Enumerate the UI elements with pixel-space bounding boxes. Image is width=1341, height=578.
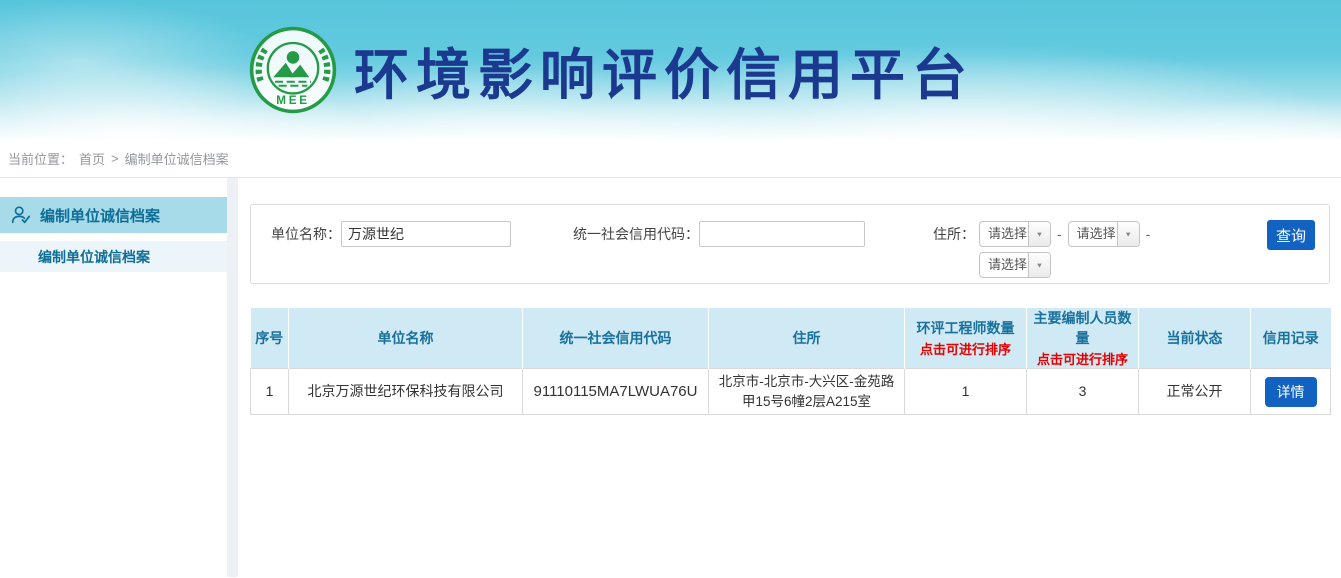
sort-hint[interactable]: 点击可进行排序	[905, 339, 1026, 358]
sidebar-subitem-label: 编制单位诚信档案	[38, 247, 150, 267]
search-panel: 单位名称： 统一社会信用代码： 住所： 请选择 ▼ -	[250, 204, 1330, 284]
company-name-label: 单位名称：	[271, 224, 341, 244]
detail-button[interactable]: 详情	[1265, 377, 1317, 407]
col-header-address: 住所	[709, 308, 905, 369]
table-row: 1 北京万源世纪环保科技有限公司 91110115MA7LWUA76U 北京市-…	[251, 369, 1331, 415]
col-header-company: 单位名称	[289, 308, 523, 369]
breadcrumb-separator: >	[111, 151, 119, 166]
cell-credit-code: 91110115MA7LWUA76U	[523, 369, 709, 415]
col-header-engineer-count[interactable]: 环评工程师数量 点击可进行排序	[905, 308, 1027, 369]
company-link[interactable]: 北京万源世纪环保科技有限公司	[289, 369, 523, 415]
mee-logo-icon: MEE	[248, 25, 338, 115]
breadcrumb-label: 当前位置：	[8, 149, 73, 168]
page-body: 编制单位诚信档案 编制单位诚信档案 单位名称： 统一社会信用代码： 住所：	[0, 178, 1341, 577]
page-title: 环境影响评价信用平台	[354, 30, 974, 110]
sidebar-item-credit-archive[interactable]: 编制单位诚信档案	[0, 197, 227, 233]
svg-text:MEE: MEE	[276, 94, 309, 107]
chevron-down-icon[interactable]: ▼	[1028, 222, 1050, 246]
table-header-row: 序号 单位名称 统一社会信用代码 住所 环评工程师数量 点击可进行排序 主要编制…	[251, 308, 1331, 369]
breadcrumb-home-link[interactable]: 首页	[79, 149, 105, 168]
main-content: 单位名称： 统一社会信用代码： 住所： 请选择 ▼ -	[238, 178, 1341, 577]
address-dash: -	[1057, 226, 1062, 242]
address-city-select[interactable]: 请选择 ▼	[1068, 221, 1140, 247]
col-header-credit-code: 统一社会信用代码	[523, 308, 709, 369]
cell-status: 正常公开	[1139, 369, 1251, 415]
col-header-staff-count[interactable]: 主要编制人员数量 点击可进行排序	[1027, 308, 1139, 369]
cell-credit-record: 详情	[1251, 369, 1331, 415]
query-button[interactable]: 查询	[1267, 220, 1315, 250]
address-label: 住所：	[933, 221, 975, 247]
credit-code-input[interactable]	[699, 221, 865, 247]
breadcrumb-current: 编制单位诚信档案	[125, 149, 229, 168]
staff-count-link[interactable]: 3	[1027, 369, 1139, 415]
address-district-select[interactable]: 请选择 ▼	[979, 252, 1051, 278]
sidebar-content-divider	[227, 178, 238, 577]
company-name-input[interactable]	[341, 221, 511, 247]
result-table: 序号 单位名称 统一社会信用代码 住所 环评工程师数量 点击可进行排序 主要编制…	[250, 308, 1331, 415]
cell-address: 北京市-北京市-大兴区-金苑路甲15号6幢2层A215室	[709, 369, 905, 415]
address-province-select[interactable]: 请选择 ▼	[979, 221, 1051, 247]
user-check-icon	[10, 204, 32, 226]
chevron-down-icon[interactable]: ▼	[1028, 253, 1050, 277]
credit-code-label: 统一社会信用代码：	[573, 224, 699, 244]
sort-hint[interactable]: 点击可进行排序	[1027, 349, 1138, 368]
sidebar-item-label: 编制单位诚信档案	[40, 205, 160, 226]
chevron-down-icon[interactable]: ▼	[1117, 222, 1139, 246]
address-dash: -	[1146, 226, 1151, 242]
breadcrumb: 当前位置： 首页 > 编制单位诚信档案	[0, 140, 1341, 178]
engineer-count-link[interactable]: 1	[905, 369, 1027, 415]
site-header: MEE 环境影响评价信用平台	[0, 0, 1341, 140]
col-header-status: 当前状态	[1139, 308, 1251, 369]
sidebar-subitem-credit-archive[interactable]: 编制单位诚信档案	[0, 241, 227, 272]
cell-index: 1	[251, 369, 289, 415]
col-header-credit-record: 信用记录	[1251, 308, 1331, 369]
col-header-index: 序号	[251, 308, 289, 369]
sidebar: 编制单位诚信档案 编制单位诚信档案	[0, 178, 227, 577]
